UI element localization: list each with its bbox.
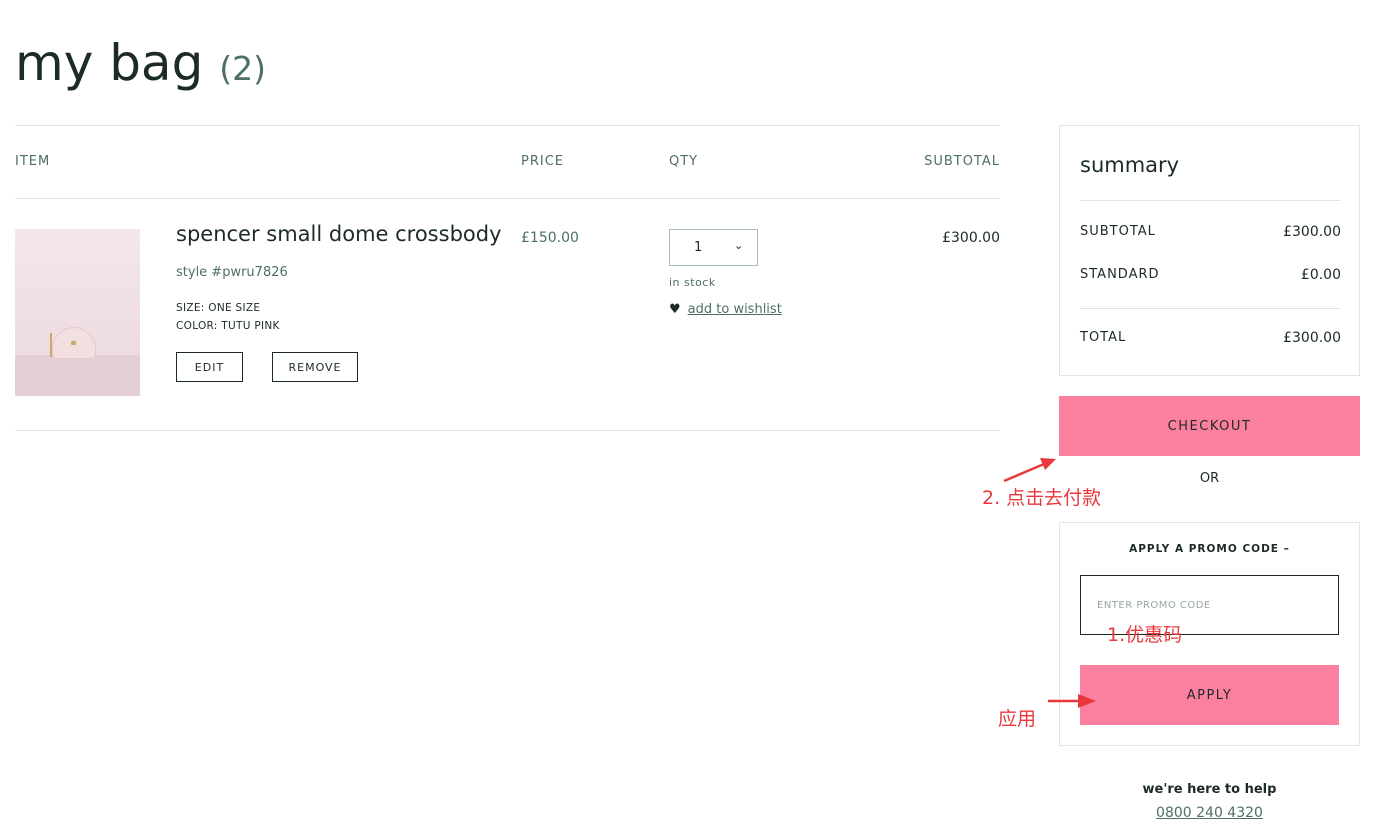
help-title: we're here to help [1142,782,1277,797]
product-image-clasp [71,341,76,345]
page-title-text: my bag [15,34,204,92]
or-separator: OR [1199,471,1220,486]
stock-status: in stock [669,276,716,289]
summary-shipping-value: £0.00 [1300,267,1341,283]
item-price: £150.00 [521,230,579,246]
column-header-qty: QTY [669,154,699,169]
column-header-price: PRICE [521,154,564,169]
heart-icon: ♥ [669,301,681,317]
product-style: style #pwru7826 [176,265,288,280]
product-name[interactable]: spencer small dome crossbody [176,222,502,246]
divider [1080,200,1341,201]
item-subtotal: £300.00 [942,230,1000,246]
add-to-wishlist-link[interactable]: ♥ add to wishlist [669,302,782,317]
product-size: SIZE: ONE SIZE [176,302,261,314]
summary-title: summary [1080,153,1180,177]
remove-button[interactable]: REMOVE [272,352,358,382]
divider [1080,308,1341,309]
summary-shipping-label: STANDARD [1080,267,1160,282]
annotation-checkout-note: 2. 点击去付款 [982,487,1102,509]
quantity-value: 1 [694,240,703,255]
summary-subtotal-value: £300.00 [1283,224,1341,240]
edit-button[interactable]: EDIT [176,352,243,382]
promo-code-toggle[interactable]: APPLY A PROMO CODE – [1059,543,1360,555]
arrow-to-checkout-icon [1003,458,1056,483]
summary-total-label: TOTAL [1080,330,1127,345]
page-title: my bag (2) [15,28,266,104]
column-header-item: ITEM [15,154,51,169]
annotation-promo-note: 1.优惠码 [1107,624,1183,646]
summary-subtotal-label: SUBTOTAL [1080,224,1156,239]
summary-total-value: £300.00 [1283,330,1341,346]
checkout-button[interactable]: CHECKOUT [1059,396,1360,456]
apply-promo-button[interactable]: APPLY [1080,665,1339,725]
product-color: COLOR: TUTU PINK [176,320,280,332]
add-to-wishlist-label: add to wishlist [687,302,782,317]
divider [15,125,1000,126]
divider [15,430,1000,431]
chevron-down-icon: ⌄ [734,239,744,252]
quantity-select[interactable]: 1 ⌄ [669,229,758,266]
annotation-apply-note: 应用 [998,708,1037,730]
item-count: (2) [219,49,266,88]
divider [15,198,1000,199]
product-image-pedestal [15,355,140,396]
help-phone-link[interactable]: 0800 240 4320 [1059,805,1360,821]
product-image[interactable] [15,229,140,396]
column-header-subtotal: SUBTOTAL [924,154,1000,169]
